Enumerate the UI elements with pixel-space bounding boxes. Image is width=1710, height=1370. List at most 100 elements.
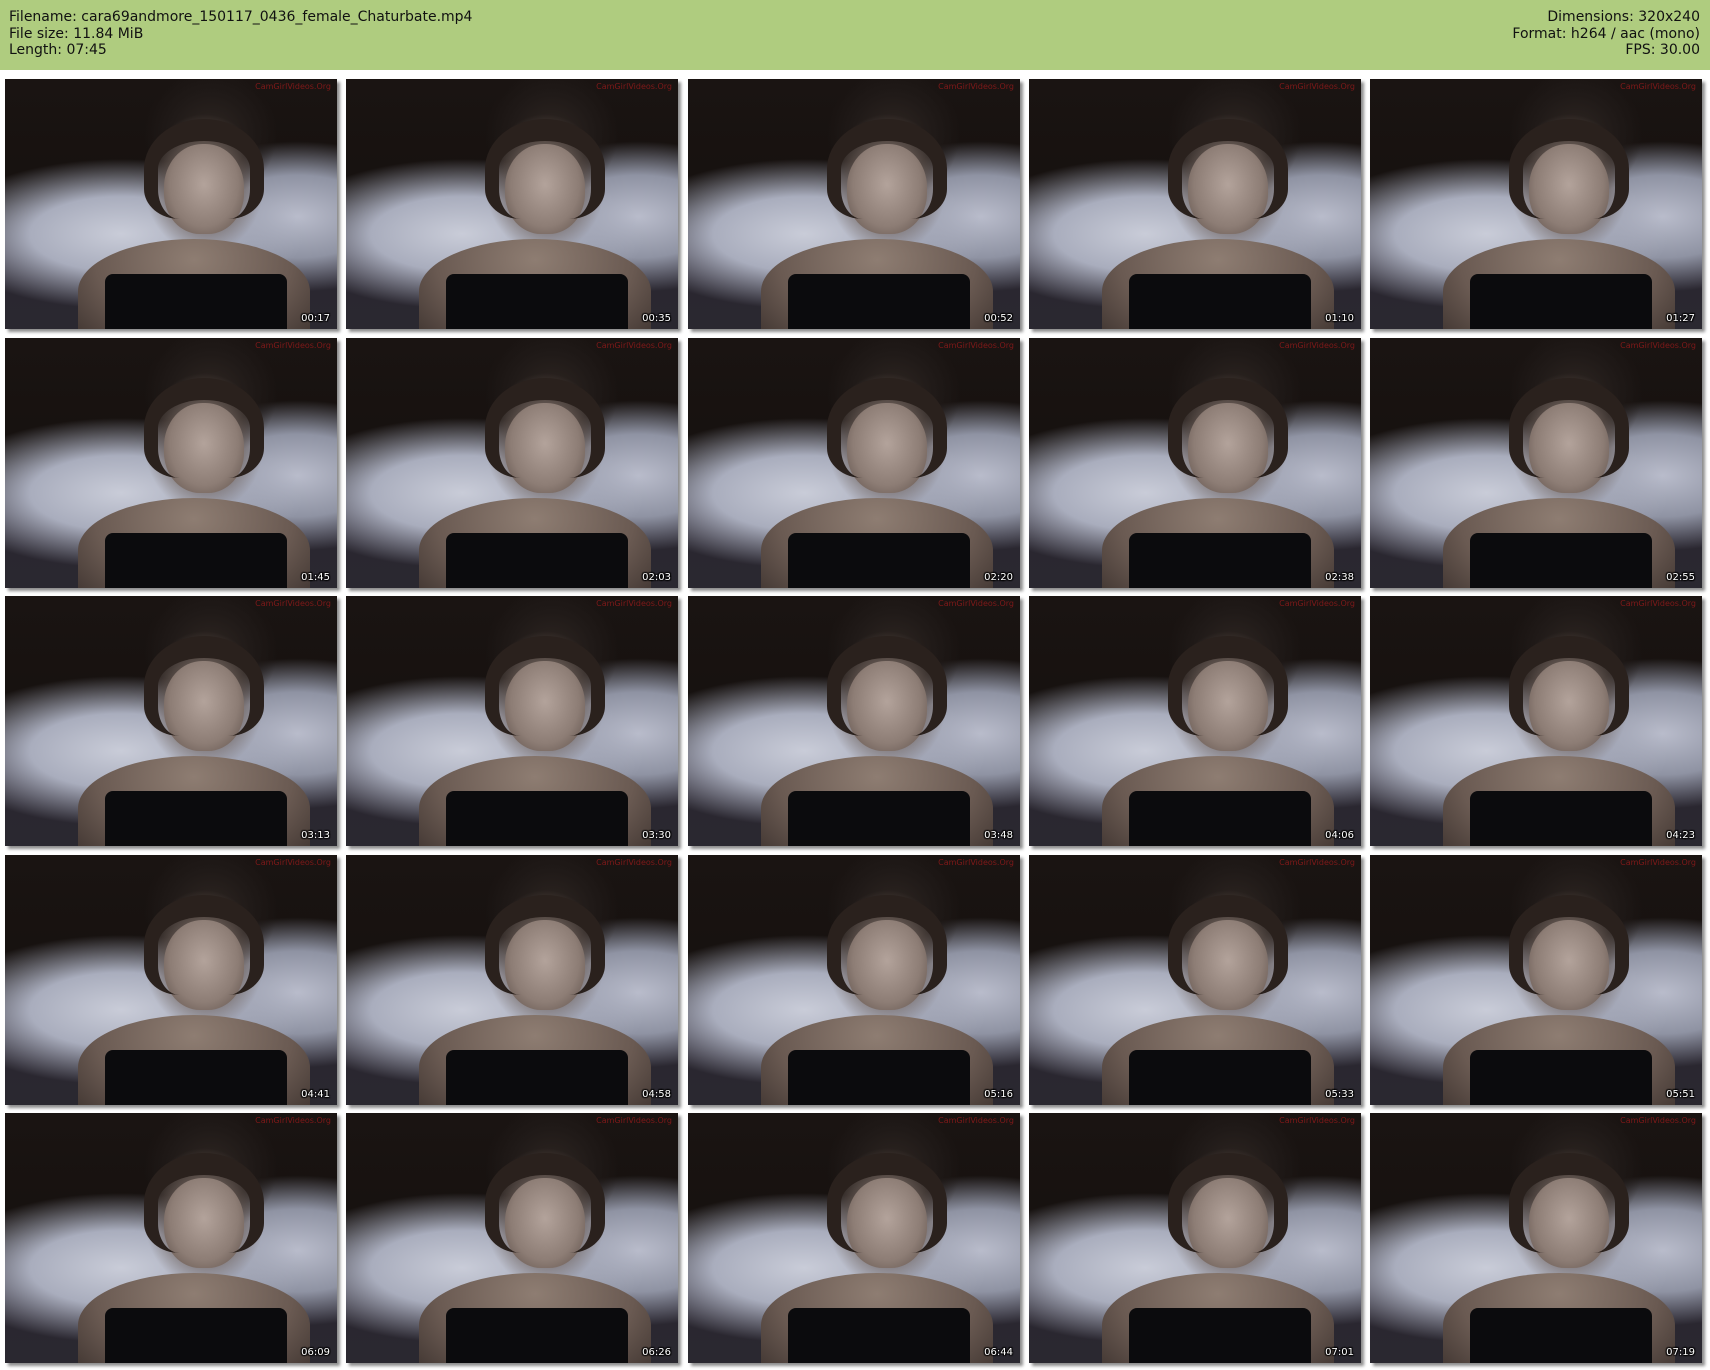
metadata-right: Dimensions: 320x240 Format: h264 / aac (… <box>1512 9 1700 59</box>
metadata-left: Filename: cara69andmore_150117_0436_fema… <box>9 9 472 59</box>
thumbnail-frame: CamGirlVideos.Org 03:48 <box>688 596 1020 846</box>
fps-label: FPS: 30.00 <box>1625 42 1700 58</box>
length-label: Length: 07:45 <box>9 42 107 58</box>
format-label: Format: h264 / aac (mono) <box>1512 25 1700 42</box>
watermark: CamGirlVideos.Org <box>1279 858 1355 867</box>
thumbnail-frame: CamGirlVideos.Org 02:38 <box>1029 338 1361 588</box>
frame-hair-shape <box>827 119 947 219</box>
frame-hair-shape <box>144 378 264 478</box>
frame-clothing-shape <box>104 533 288 588</box>
thumbnail-frame: CamGirlVideos.Org 05:16 <box>688 855 1020 1105</box>
thumbnail-frame: CamGirlVideos.Org 04:58 <box>346 855 678 1105</box>
frame-clothing-shape <box>787 533 971 588</box>
thumbnail-frame: CamGirlVideos.Org 03:13 <box>5 596 337 846</box>
thumbnail-frame: CamGirlVideos.Org 07:01 <box>1029 1113 1361 1363</box>
thumbnail-frame: CamGirlVideos.Org 05:33 <box>1029 855 1361 1105</box>
thumbnail-frame: CamGirlVideos.Org 00:52 <box>688 79 1020 329</box>
frame-timestamp: 06:44 <box>984 1347 1013 1358</box>
watermark: CamGirlVideos.Org <box>255 341 331 350</box>
frame-clothing-shape <box>1128 274 1312 329</box>
thumbnail-frame: CamGirlVideos.Org 01:10 <box>1029 79 1361 329</box>
frame-hair-shape <box>827 1153 947 1253</box>
frame-clothing-shape <box>445 1308 629 1363</box>
thumbnail-frame: CamGirlVideos.Org 00:17 <box>5 79 337 329</box>
frame-timestamp: 04:06 <box>1325 830 1354 841</box>
watermark: CamGirlVideos.Org <box>255 599 331 608</box>
frame-clothing-shape <box>445 533 629 588</box>
frame-timestamp: 03:30 <box>642 830 671 841</box>
metadata-header: Filename: cara69andmore_150117_0436_fema… <box>0 0 1710 70</box>
watermark: CamGirlVideos.Org <box>938 341 1014 350</box>
frame-timestamp: 00:35 <box>642 313 671 324</box>
watermark: CamGirlVideos.Org <box>1620 858 1696 867</box>
watermark: CamGirlVideos.Org <box>596 1116 672 1125</box>
watermark: CamGirlVideos.Org <box>596 858 672 867</box>
frame-clothing-shape <box>1469 1308 1653 1363</box>
frame-clothing-shape <box>1469 274 1653 329</box>
frame-hair-shape <box>827 378 947 478</box>
thumbnail-grid: CamGirlVideos.Org 00:17 CamGirlVideos.Org 0… <box>5 79 1705 1365</box>
frame-hair-shape <box>485 119 605 219</box>
frame-timestamp: 00:52 <box>984 313 1013 324</box>
dimensions-label: Dimensions: 320x240 <box>1547 9 1700 25</box>
frame-hair-shape <box>1168 1153 1288 1253</box>
frame-clothing-shape <box>104 791 288 846</box>
frame-timestamp: 05:51 <box>1666 1089 1695 1100</box>
thumbnail-frame: CamGirlVideos.Org 04:41 <box>5 855 337 1105</box>
frame-timestamp: 01:27 <box>1666 313 1695 324</box>
thumbnail-frame: CamGirlVideos.Org 04:23 <box>1370 596 1702 846</box>
frame-clothing-shape <box>787 791 971 846</box>
frame-timestamp: 02:38 <box>1325 572 1354 583</box>
watermark: CamGirlVideos.Org <box>1620 599 1696 608</box>
frame-clothing-shape <box>445 1050 629 1105</box>
frame-timestamp: 04:23 <box>1666 830 1695 841</box>
watermark: CamGirlVideos.Org <box>255 858 331 867</box>
frame-timestamp: 07:19 <box>1666 1347 1695 1358</box>
watermark: CamGirlVideos.Org <box>1279 599 1355 608</box>
frame-clothing-shape <box>1128 1308 1312 1363</box>
watermark: CamGirlVideos.Org <box>938 599 1014 608</box>
frame-clothing-shape <box>1128 1050 1312 1105</box>
frame-hair-shape <box>485 895 605 995</box>
frame-clothing-shape <box>104 274 288 329</box>
frame-timestamp: 04:58 <box>642 1089 671 1100</box>
watermark: CamGirlVideos.Org <box>255 82 331 91</box>
frame-hair-shape <box>1509 895 1629 995</box>
frame-hair-shape <box>144 1153 264 1253</box>
thumbnail-frame: CamGirlVideos.Org 01:45 <box>5 338 337 588</box>
watermark: CamGirlVideos.Org <box>938 858 1014 867</box>
frame-clothing-shape <box>1128 533 1312 588</box>
frame-hair-shape <box>1509 119 1629 219</box>
watermark: CamGirlVideos.Org <box>255 1116 331 1125</box>
frame-hair-shape <box>1509 1153 1629 1253</box>
watermark: CamGirlVideos.Org <box>1279 1116 1355 1125</box>
frame-clothing-shape <box>1128 791 1312 846</box>
watermark: CamGirlVideos.Org <box>1620 341 1696 350</box>
thumbnail-frame: CamGirlVideos.Org 06:44 <box>688 1113 1020 1363</box>
frame-hair-shape <box>1509 636 1629 736</box>
frame-timestamp: 05:16 <box>984 1089 1013 1100</box>
frame-clothing-shape <box>1469 1050 1653 1105</box>
watermark: CamGirlVideos.Org <box>596 599 672 608</box>
thumbnail-frame: CamGirlVideos.Org 00:35 <box>346 79 678 329</box>
watermark: CamGirlVideos.Org <box>1279 341 1355 350</box>
thumbnail-frame: CamGirlVideos.Org 03:30 <box>346 596 678 846</box>
frame-clothing-shape <box>445 791 629 846</box>
thumbnail-frame: CamGirlVideos.Org 06:26 <box>346 1113 678 1363</box>
frame-timestamp: 04:41 <box>301 1089 330 1100</box>
frame-timestamp: 02:20 <box>984 572 1013 583</box>
frame-timestamp: 02:03 <box>642 572 671 583</box>
frame-timestamp: 07:01 <box>1325 1347 1354 1358</box>
frame-timestamp: 00:17 <box>301 313 330 324</box>
frame-timestamp: 03:13 <box>301 830 330 841</box>
watermark: CamGirlVideos.Org <box>1620 1116 1696 1125</box>
frame-clothing-shape <box>1469 533 1653 588</box>
watermark: CamGirlVideos.Org <box>938 82 1014 91</box>
frame-clothing-shape <box>787 274 971 329</box>
frame-hair-shape <box>827 636 947 736</box>
thumbnail-frame: CamGirlVideos.Org 04:06 <box>1029 596 1361 846</box>
frame-hair-shape <box>144 119 264 219</box>
thumbnail-frame: CamGirlVideos.Org 02:55 <box>1370 338 1702 588</box>
watermark: CamGirlVideos.Org <box>938 1116 1014 1125</box>
frame-timestamp: 02:55 <box>1666 572 1695 583</box>
